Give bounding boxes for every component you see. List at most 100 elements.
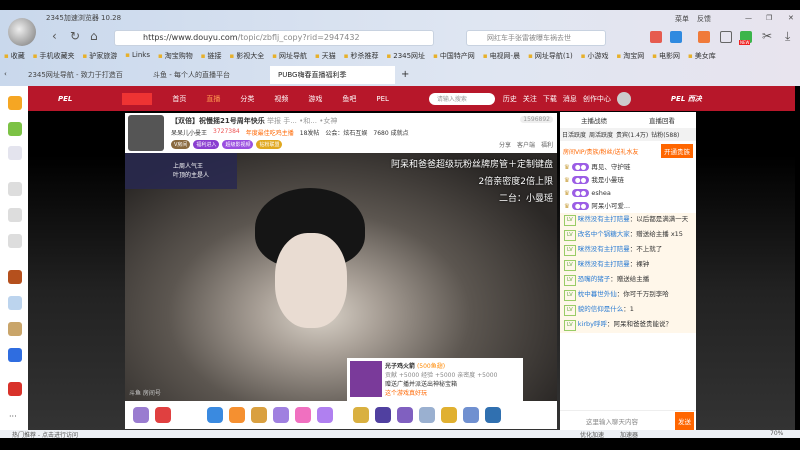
translate-icon[interactable] <box>670 31 682 43</box>
bookmark-item[interactable]: 手机收藏夹 <box>33 51 75 61</box>
nav-live[interactable]: 直播 <box>206 94 220 104</box>
history-icon[interactable] <box>8 122 22 136</box>
chat-nick[interactable]: 貌的信仰是什么 <box>578 305 624 313</box>
streamer-stats-link[interactable]: 主播战绩 <box>581 115 607 125</box>
gift-icon[interactable] <box>441 407 457 423</box>
zoom-level[interactable]: 70% <box>770 430 783 437</box>
minimize-button[interactable]: — <box>745 14 752 22</box>
tab-vip[interactable]: 贵宾(1.4万) <box>616 130 648 139</box>
replay-link[interactable]: 直播回看 <box>649 115 675 125</box>
restore-button[interactable]: ❐ <box>766 14 772 22</box>
speed-button[interactable]: 优化加速 <box>580 430 604 439</box>
welfare-button[interactable]: 福利 <box>541 140 553 149</box>
gift-icon[interactable] <box>353 407 369 423</box>
video-player[interactable]: 上周人气王 叶顶的主是人 阿呆和爸爸超级玩粉丝牌房管＋定制键盘 2倍亲密度2倍上限… <box>125 153 557 401</box>
gift-icon[interactable] <box>419 407 435 423</box>
user-avatar[interactable] <box>616 91 631 106</box>
app-icon[interactable] <box>8 382 22 396</box>
bookmark-item[interactable]: 网址导航 <box>272 51 307 61</box>
more-icon[interactable]: ··· <box>9 412 17 421</box>
chat-nick[interactable]: 咪然没有主打陪曼 <box>578 245 630 253</box>
chat-input[interactable]: 这里输入聊天内容 <box>562 416 675 426</box>
gift-icon[interactable] <box>463 407 479 423</box>
bookmark-item[interactable]: 秒杀推荐 <box>344 51 378 61</box>
close-button[interactable]: ✕ <box>788 14 794 22</box>
bookmark-item[interactable]: 淘宝购物 <box>158 51 193 61</box>
home-icon[interactable]: ⌂ <box>90 29 98 43</box>
new-tab-button[interactable]: + <box>395 66 415 84</box>
new-feature-icon[interactable]: NEW <box>739 31 752 45</box>
bookmark-item[interactable]: 2345网址 <box>386 51 425 61</box>
bookmark-item[interactable]: 收藏 <box>4 51 25 61</box>
nav-video[interactable]: 视频 <box>274 94 288 104</box>
tab-diamond[interactable]: 钻粉(588) <box>651 130 679 139</box>
nav-games[interactable]: 游戏 <box>308 94 322 104</box>
gift-icon[interactable] <box>155 407 171 423</box>
tab-pubg[interactable]: PUBG嗨春直播福利季 <box>270 66 395 84</box>
badge[interactable]: 超级影视频 <box>222 140 254 149</box>
menu-button[interactable]: 菜单 <box>675 14 689 24</box>
nav-creator[interactable]: 创作中心 <box>583 94 611 104</box>
apps-icon[interactable] <box>720 31 732 43</box>
calendar-icon[interactable] <box>8 146 22 160</box>
bookmark-item[interactable]: 淘宝网 <box>617 51 644 61</box>
bookmark-item[interactable]: 驴家旅游 <box>83 51 117 61</box>
reload-icon[interactable]: ↻ <box>70 29 80 43</box>
app-icon[interactable] <box>8 182 22 196</box>
game-app-icon[interactable] <box>8 322 22 336</box>
bookmark-item[interactable]: Links <box>125 51 150 61</box>
bookmark-item[interactable]: 电视网-晨 <box>483 51 521 61</box>
nav-category[interactable]: 分类 <box>240 94 254 104</box>
pel-logo[interactable]: PEL <box>58 95 72 103</box>
feedback-button[interactable]: 反馈 <box>697 14 711 24</box>
tab-daily[interactable]: 日活跃度 <box>562 130 586 139</box>
status-left[interactable]: 热门推荐 - 点击进行访问 <box>12 430 78 439</box>
chat-nick[interactable]: kirby呼呼 <box>578 320 607 328</box>
shop-icon[interactable] <box>650 31 662 43</box>
tab-scroll-left[interactable]: ‹ <box>0 66 20 84</box>
nav-yuba[interactable]: 鱼吧 <box>342 94 356 104</box>
badge[interactable]: V房间 <box>171 140 191 149</box>
nav-follow[interactable]: 关注 <box>523 94 537 104</box>
nav-home[interactable]: 首页 <box>172 94 186 104</box>
gift-icon[interactable] <box>485 407 501 423</box>
scissors-icon[interactable]: ✂ <box>762 29 772 43</box>
bookmark-item[interactable]: 链接 <box>201 51 221 61</box>
gift-link[interactable]: 这个游戏真好玩 <box>385 388 520 397</box>
accel-button[interactable]: 加速器 <box>620 430 638 439</box>
favorites-icon[interactable] <box>8 96 22 110</box>
gift-icon[interactable] <box>295 407 311 423</box>
bookmark-item[interactable]: 美女库 <box>688 51 716 61</box>
gift-icon[interactable] <box>317 407 333 423</box>
share-button[interactable]: 分享 <box>499 140 511 149</box>
gift-icon[interactable] <box>251 407 267 423</box>
bookmark-item[interactable]: 天猫 <box>315 51 336 61</box>
game-icon[interactable] <box>698 31 710 43</box>
bookmark-item[interactable]: 电影网 <box>652 51 680 61</box>
douyu-logo[interactable] <box>122 92 153 105</box>
chat-nick[interactable]: 枕中暮世外仙 <box>578 290 617 298</box>
tab-2345[interactable]: 2345网址导航 - 致力于打造百 <box>20 66 145 84</box>
gift-icon[interactable] <box>133 407 149 423</box>
streamer-name[interactable]: 呆呆儿小曼王 <box>171 128 207 137</box>
bookmark-item[interactable]: 中国特产网 <box>433 51 475 61</box>
chat-nick[interactable]: 改名中个锅糖大家 <box>578 230 630 238</box>
address-bar[interactable]: https://www.douyu.com/topic/zbflj_copy?r… <box>114 30 434 46</box>
nav-pel[interactable]: PEL <box>376 95 389 103</box>
badge[interactable]: 钻粉联盟 <box>256 140 283 149</box>
browser-search[interactable]: 网红车手张雷被曝车祸去世 <box>466 30 606 46</box>
vip-user[interactable]: ♛ ●● 我是小曼琏 <box>560 174 696 187</box>
back-icon[interactable]: ‹ <box>52 29 57 43</box>
baidu-icon[interactable] <box>8 348 22 362</box>
browser-avatar[interactable] <box>8 18 36 46</box>
send-button[interactable]: 发送 <box>675 411 694 430</box>
client-button[interactable]: 客户端 <box>517 140 535 149</box>
chat-nick[interactable]: 咪然没有主打陪曼 <box>578 215 630 223</box>
gift-icon[interactable] <box>375 407 391 423</box>
bookmark-item[interactable]: 小游戏 <box>581 51 609 61</box>
gift-icon[interactable] <box>273 407 289 423</box>
vip-user[interactable]: ♛ ●● 再见、守护琏 <box>560 161 696 174</box>
chat-nick[interactable]: 咪然没有主打陪曼 <box>578 260 630 268</box>
nav-history[interactable]: 历史 <box>503 94 517 104</box>
gift-icon[interactable] <box>207 407 223 423</box>
